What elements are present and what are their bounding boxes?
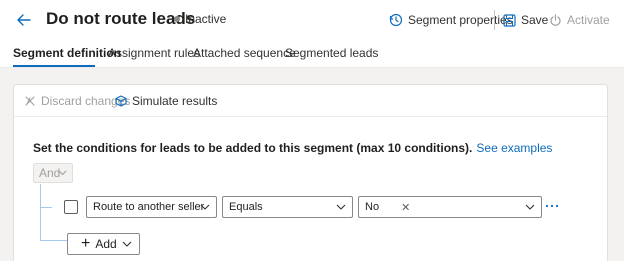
add-label: Add xyxy=(95,237,117,251)
condition-field-select[interactable]: Route to another seller xyxy=(86,196,217,218)
chevron-down-icon xyxy=(122,241,132,247)
condition-tree-line xyxy=(40,184,41,240)
value-tag: No ✕ xyxy=(365,201,410,214)
remove-value-icon[interactable]: ✕ xyxy=(401,201,410,214)
tab-attached-sequence[interactable]: Attached sequence xyxy=(193,46,296,60)
condition-row-checkbox[interactable] xyxy=(64,200,78,214)
condition-value-select[interactable]: No ✕ xyxy=(358,196,542,218)
chevron-down-icon xyxy=(200,204,210,210)
back-button[interactable] xyxy=(14,10,34,30)
more-options-button[interactable] xyxy=(545,197,559,215)
condition-field-value: Route to another seller xyxy=(93,201,205,213)
page-header: Do not route leads Inactive Segment prop… xyxy=(0,0,624,40)
conditions-instructions: Set the conditions for leads to be added… xyxy=(33,141,552,155)
tab-assignment-rules[interactable]: Assignment rules xyxy=(108,46,200,60)
page-title: Do not route leads xyxy=(46,9,196,28)
plus-icon: + xyxy=(81,235,91,252)
active-tab-indicator xyxy=(13,65,95,67)
add-condition-button[interactable]: + Add xyxy=(67,233,140,255)
see-examples-link[interactable]: See examples xyxy=(476,141,552,155)
more-icon xyxy=(545,204,559,208)
command-divider xyxy=(494,10,495,30)
activate-button[interactable]: Activate xyxy=(549,11,610,29)
discard-icon xyxy=(25,96,35,106)
condition-operator-value: Equals xyxy=(229,201,263,213)
card-toolbar: Discard changes Simulate results xyxy=(14,85,607,117)
status-dot xyxy=(174,16,180,22)
cube-icon xyxy=(115,95,127,107)
back-arrow-icon xyxy=(17,14,31,26)
tab-segment-definition[interactable]: Segment definition xyxy=(13,46,121,60)
save-label: Save xyxy=(521,13,549,27)
tab-segmented-leads[interactable]: Segmented leads xyxy=(285,46,378,60)
group-operator-dropdown[interactable]: And xyxy=(33,163,73,183)
condition-operator-select[interactable]: Equals xyxy=(222,196,353,218)
power-icon xyxy=(550,13,561,26)
tab-bar: Segment definition Assignment rules Atta… xyxy=(0,40,624,68)
value-tag-label: No xyxy=(365,201,380,213)
activate-label: Activate xyxy=(567,13,610,27)
chevron-down-icon xyxy=(525,204,535,210)
segment-definition-card: Discard changes Simulate results Set the… xyxy=(13,84,608,261)
segment-properties-label: Segment properties xyxy=(408,13,513,27)
simulate-results-button[interactable]: Simulate results xyxy=(115,94,217,108)
status-badge: Inactive xyxy=(185,12,227,26)
condition-tree-branch xyxy=(40,207,52,208)
instructions-text: Set the conditions for leads to be added… xyxy=(33,141,473,155)
save-button[interactable]: Save xyxy=(503,11,548,29)
simulate-results-label: Simulate results xyxy=(132,94,218,108)
condition-tree-branch xyxy=(40,240,68,241)
history-icon xyxy=(389,13,403,27)
save-icon xyxy=(503,13,516,27)
chevron-down-icon xyxy=(58,170,67,176)
chevron-down-icon xyxy=(336,204,346,210)
